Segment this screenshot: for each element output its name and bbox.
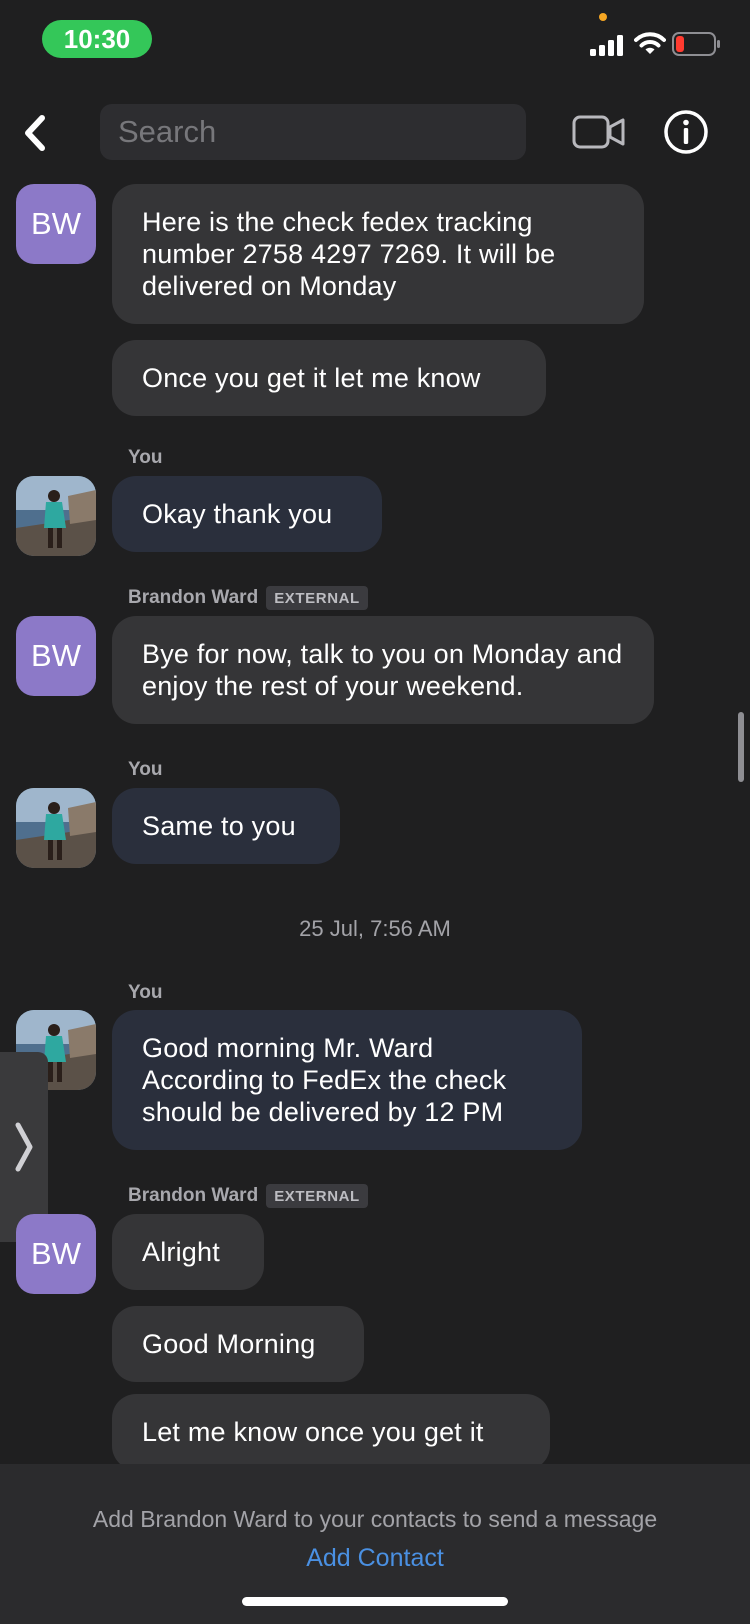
sender-name: Brandon Ward (128, 1185, 259, 1206)
message-bubble[interactable]: Okay thank you (112, 476, 382, 552)
cellular-signal-icon (590, 35, 623, 56)
sender-label: You (128, 982, 163, 1003)
privacy-indicator-dot (599, 13, 607, 21)
message-text-line: According to FedEx the check (142, 1065, 507, 1095)
external-badge: EXTERNAL (266, 1184, 368, 1208)
message-text-line: should be delivered by 12 PM (142, 1097, 504, 1127)
sender-row: Brandon Ward EXTERNAL (128, 586, 368, 610)
message-text: Alright (142, 1237, 220, 1267)
search-input[interactable]: Search (100, 104, 526, 160)
message-bubble[interactable]: Good morning Mr. Ward According to FedEx… (112, 1010, 582, 1150)
message-text: Good Morning (142, 1329, 316, 1359)
message-text-line: Good morning Mr. Ward (142, 1033, 434, 1063)
sender-row: Brandon Ward EXTERNAL (128, 1184, 368, 1208)
sender-label: You (128, 759, 163, 780)
message-bubble[interactable]: Good Morning (112, 1306, 364, 1382)
contact-avatar[interactable]: BW (16, 184, 96, 264)
chevron-right-icon (15, 1122, 33, 1172)
contact-notice: Add Brandon Ward to your contacts to sen… (92, 1506, 658, 1532)
sender-label: You (128, 447, 163, 468)
wifi-icon (634, 32, 666, 54)
battery-icon (672, 32, 720, 56)
scroll-indicator[interactable] (738, 712, 744, 782)
message-bubble[interactable]: Same to you (112, 788, 340, 864)
user-avatar[interactable] (16, 476, 96, 556)
add-contact-link[interactable]: Add Contact (0, 1544, 750, 1573)
info-icon[interactable] (662, 108, 710, 156)
message-text: Bye for now, talk to you on Monday and e… (142, 639, 623, 701)
message-bubble[interactable]: Alright (112, 1214, 264, 1290)
video-camera-icon[interactable] (572, 112, 626, 152)
message-bubble[interactable]: Once you get it let me know (112, 340, 546, 416)
message-text: Same to you (142, 811, 296, 841)
external-badge: EXTERNAL (266, 586, 368, 610)
contact-avatar[interactable]: BW (16, 616, 96, 696)
message-text: Here is the check fedex tracking number … (142, 207, 556, 301)
status-time: 10:30 (42, 20, 152, 58)
sender-name: Brandon Ward (128, 587, 259, 608)
home-indicator[interactable] (242, 1597, 508, 1606)
user-avatar[interactable] (16, 788, 96, 868)
message-bubble[interactable]: Bye for now, talk to you on Monday and e… (112, 616, 654, 724)
date-separator: 25 Jul, 7:56 AM (299, 916, 451, 941)
back-icon[interactable] (12, 108, 62, 158)
message-text: Once you get it let me know (142, 363, 481, 393)
message-text: Let me know once you get it (142, 1417, 484, 1447)
contact-avatar[interactable]: BW (16, 1214, 96, 1294)
message-text: Okay thank you (142, 499, 333, 529)
message-bubble[interactable]: Here is the check fedex tracking number … (112, 184, 644, 324)
message-bubble[interactable]: Let me know once you get it (112, 1394, 550, 1470)
